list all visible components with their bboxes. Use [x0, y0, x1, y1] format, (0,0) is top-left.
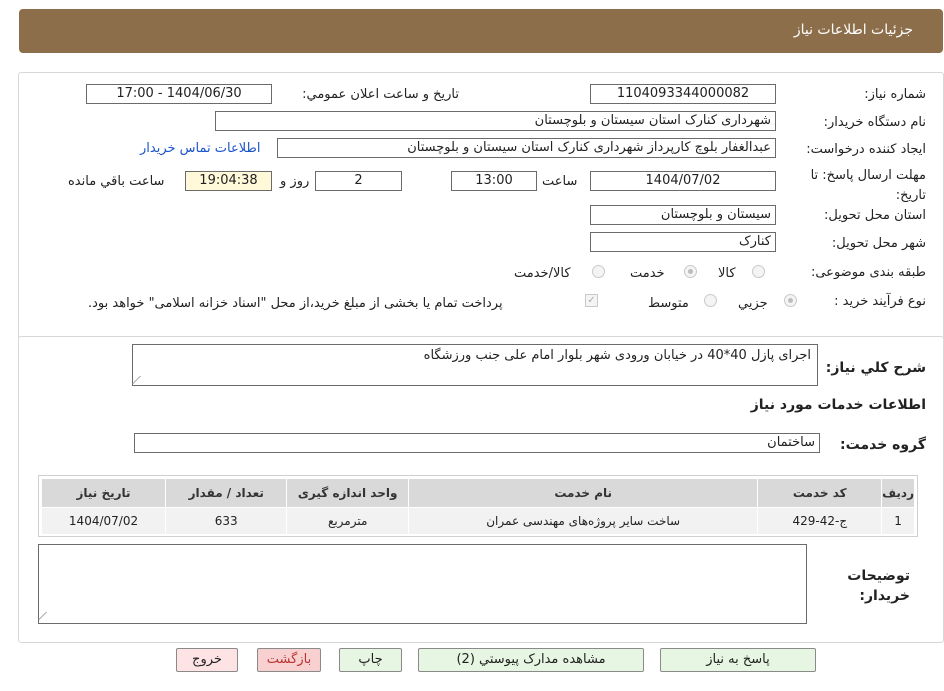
category-option-goods-service: کالا/خدمت [514, 266, 571, 281]
description-text: اجرای پازل 40*40 در خیابان ورودی شهر بلو… [423, 348, 811, 363]
need-number-field: 1104093344000082 [590, 84, 776, 104]
services-table-wrapper: ردیف کد خدمت نام خدمت واحد اندازه گیری ت… [38, 475, 918, 537]
services-table: ردیف کد خدمت نام خدمت واحد اندازه گیری ت… [40, 478, 915, 535]
province-field: سیستان و بلوچستان [590, 205, 776, 225]
deadline-date-field: 1404/07/02 [590, 171, 776, 191]
col-need-date: تاریخ نیاز [40, 478, 167, 508]
services-title: اطلاعات خدمات مورد نیاز [750, 397, 926, 413]
col-row-number: ردیف [881, 478, 915, 508]
back-button[interactable]: بازگشت [257, 648, 321, 672]
col-service-name: نام خدمت [407, 478, 759, 508]
payment-note: پرداخت تمام یا بخشی از مبلغ خرید،از محل … [88, 296, 503, 311]
remaining-label: ساعت باقي مانده [68, 174, 165, 189]
deadline-label: مهلت ارسال پاسخ: تا تاریخ: [810, 168, 926, 203]
process-option-minor: جزيي [738, 296, 768, 311]
days-label: روز و [280, 174, 310, 189]
creator-field: عبدالغفار بلوچ کارپرداز شهرداری کنارک اس… [277, 138, 776, 158]
col-service-code: کد خدمت [757, 478, 883, 508]
process-radio-medium[interactable] [704, 294, 717, 307]
process-option-medium: متوسط [648, 296, 689, 311]
buyer-notes-label: توضیحات خریدار: [847, 568, 910, 604]
buyer-notes-textarea[interactable] [38, 544, 807, 624]
col-unit: واحد اندازه گیری [286, 478, 409, 508]
description-textarea[interactable]: اجرای پازل 40*40 در خیابان ورودی شهر بلو… [132, 344, 818, 386]
buyer-org-label: نام دستگاه خریدار: [823, 115, 926, 130]
category-radio-service[interactable] [684, 265, 697, 278]
page-title: جزئیات اطلاعات نیاز [793, 22, 913, 38]
days-field: 2 [315, 171, 402, 191]
process-radio-minor[interactable] [784, 294, 797, 307]
announce-field: 1404/06/30 - 17:00 [86, 84, 272, 104]
table-row: 1 ج-42-429 ساخت سایر پروژه‌های مهندسی عم… [40, 507, 915, 535]
table-header-row: ردیف کد خدمت نام خدمت واحد اندازه گیری ت… [40, 478, 915, 508]
category-option-goods: کالا [718, 266, 736, 281]
buyer-org-field: شهرداری کنارک استان سیستان و بلوچستان [215, 111, 776, 131]
page-header: جزئیات اطلاعات نیاز [19, 9, 943, 53]
city-label: شهر محل تحویل: [831, 236, 926, 251]
time-label: ساعت [542, 174, 578, 189]
announce-label: تاریخ و ساعت اعلان عمومي: [302, 87, 459, 102]
remaining-time-field: 19:04:38 [185, 171, 272, 191]
col-quantity: تعداد / مقدار [165, 478, 288, 508]
cell-need-date: 1404/07/02 [40, 507, 167, 535]
category-option-service: خدمت [630, 266, 665, 281]
service-group-label: گروه خدمت: [840, 437, 926, 453]
cell-service-code: ج-42-429 [757, 507, 883, 535]
treasury-checkbox[interactable]: ✓ [585, 294, 598, 307]
cell-quantity: 633 [165, 507, 288, 535]
category-label: طبقه بندی موضوعی: [810, 265, 926, 280]
category-radio-goods[interactable] [752, 265, 765, 278]
description-label: شرح کلي نیاز: [825, 360, 926, 376]
need-number-label: شماره نیاز: [864, 87, 926, 102]
creator-label: ایجاد کننده درخواست: [806, 142, 926, 157]
buyer-contact-link[interactable]: اطلاعات تماس خریدار [140, 141, 260, 156]
exit-button[interactable]: خروج [176, 648, 238, 672]
deadline-time-field: 13:00 [451, 171, 537, 191]
process-label: نوع فرآیند خرید : [834, 294, 926, 309]
province-label: استان محل تحویل: [824, 208, 926, 223]
category-radio-goods-service[interactable] [592, 265, 605, 278]
print-button[interactable]: چاپ [339, 648, 402, 672]
city-field: کنارک [590, 232, 776, 252]
cell-row-number: 1 [881, 507, 915, 535]
reply-button[interactable]: پاسخ به نیاز [660, 648, 816, 672]
cell-unit: مترمربع [286, 507, 409, 535]
attachments-button[interactable]: مشاهده مدارک پیوستي (2) [418, 648, 644, 672]
cell-service-name: ساخت سایر پروژه‌های مهندسی عمران [407, 507, 759, 535]
service-group-field: ساختمان [134, 433, 820, 453]
